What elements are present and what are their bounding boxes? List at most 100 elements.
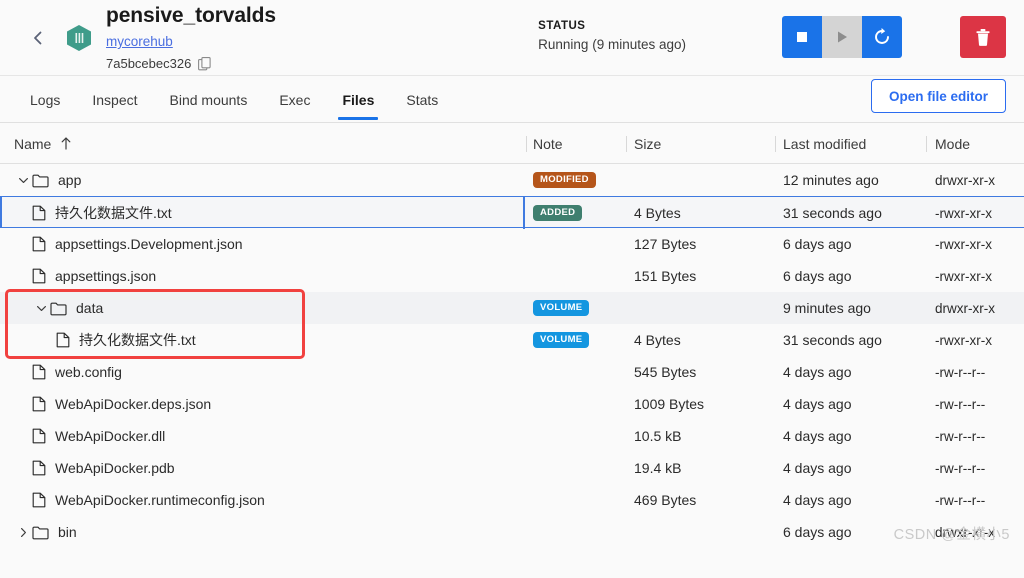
- size-cell: 19.4 kB: [634, 460, 682, 476]
- table-row[interactable]: data VOLUME 9 minutes ago drwxr-xr-x: [0, 292, 1024, 324]
- mode-cell: -rw-r--r--: [935, 492, 986, 508]
- restart-container-button[interactable]: [862, 16, 902, 58]
- size-cell: 4 Bytes: [634, 205, 681, 221]
- column-header-note[interactable]: Note: [533, 123, 563, 164]
- tab-label: Inspect: [92, 91, 138, 108]
- last-modified-cell: 6 days ago: [783, 236, 852, 252]
- file-name-label: appsettings.Development.json: [55, 236, 243, 252]
- delete-container-button[interactable]: [960, 16, 1006, 58]
- tab-exec[interactable]: Exec: [263, 76, 326, 123]
- table-row[interactable]: WebApiDocker.pdb 19.4 kB 4 days ago -rw-r--…: [0, 452, 1024, 484]
- open-file-editor-button[interactable]: Open file editor: [870, 79, 1006, 113]
- mode-cell: drwxr-xr-x: [935, 300, 995, 316]
- start-container-button[interactable]: [822, 16, 862, 58]
- column-divider: [775, 136, 776, 152]
- page-title: pensive_torvalds: [106, 4, 276, 27]
- chevron-down-icon: [36, 305, 46, 311]
- column-header-size[interactable]: Size: [634, 123, 661, 164]
- column-header-mode[interactable]: Mode: [935, 123, 970, 164]
- back-button[interactable]: [22, 22, 54, 54]
- table-row[interactable]: appsettings.json 151 Bytes 6 days ago -rwxr…: [0, 260, 1024, 292]
- file-name-cell[interactable]: WebApiDocker.dll: [32, 420, 165, 452]
- tab-label: Logs: [30, 91, 61, 108]
- file-name-cell[interactable]: web.config: [32, 356, 122, 388]
- file-name-label: data: [76, 300, 104, 316]
- mode-cell: -rwxr-xr-x: [935, 268, 992, 284]
- mode-cell: drwxr-xr-x: [935, 172, 995, 188]
- size-cell: 469 Bytes: [634, 492, 697, 508]
- folder-icon: [32, 174, 49, 187]
- tab-logs[interactable]: Logs: [14, 76, 76, 123]
- file-name-cell[interactable]: data: [32, 292, 103, 324]
- mode-cell: -rw-r--r--: [935, 428, 986, 444]
- table-row[interactable]: WebApiDocker.deps.json 1009 Bytes 4 days a…: [0, 388, 1024, 420]
- container-id: 7a5bcebec326: [106, 56, 192, 71]
- file-icon: [32, 205, 46, 221]
- last-modified-cell: 12 minutes ago: [783, 172, 879, 188]
- column-divider: [526, 136, 527, 152]
- docker-container-files-page: pensive_torvalds mycorehub 7a5bcebec326 …: [0, 0, 1024, 578]
- note-cell: VOLUME: [533, 292, 590, 324]
- file-name-cell[interactable]: app: [14, 164, 81, 196]
- tab-list: Logs Inspect Bind mounts Exec Files Stat…: [14, 76, 454, 123]
- file-name-cell[interactable]: 持久化数据文件.txt: [32, 197, 172, 229]
- column-header-name[interactable]: Name: [14, 123, 72, 164]
- column-header-last-modified[interactable]: Last modified: [783, 123, 866, 164]
- table-row[interactable]: WebApiDocker.dll 10.5 kB 4 days ago -rw-r--…: [0, 420, 1024, 452]
- sort-ascending-arrow-icon: [60, 137, 72, 150]
- tab-bind-mounts[interactable]: Bind mounts: [154, 76, 264, 123]
- tab-inspect[interactable]: Inspect: [76, 76, 153, 123]
- table-row[interactable]: appsettings.Development.json 127 Bytes 6 d…: [0, 228, 1024, 260]
- container-action-group: [782, 16, 902, 58]
- tab-label: Bind mounts: [169, 91, 248, 108]
- note-cell: ADDED: [533, 197, 583, 229]
- status-badge: ADDED: [533, 205, 583, 221]
- expand-toggle[interactable]: [32, 303, 50, 314]
- files-row-list: app MODIFIED 12 minutes ago drwxr-xr-x 持久化数据…: [0, 164, 1024, 548]
- last-modified-cell: 6 days ago: [783, 268, 852, 284]
- last-modified-cell: 4 days ago: [783, 428, 852, 444]
- mode-cell: -rwxr-xr-x: [935, 236, 992, 252]
- image-name-link[interactable]: mycorehub: [106, 32, 173, 52]
- table-row[interactable]: app MODIFIED 12 minutes ago drwxr-xr-x: [0, 164, 1024, 196]
- size-cell: 4 Bytes: [634, 332, 681, 348]
- play-icon: [838, 31, 847, 43]
- tab-stats[interactable]: Stats: [390, 76, 454, 123]
- table-row[interactable]: 持久化数据文件.txt VOLUME 4 Bytes 31 seconds ago -r…: [0, 324, 1024, 356]
- last-modified-cell: 4 days ago: [783, 492, 852, 508]
- file-name-cell[interactable]: WebApiDocker.deps.json: [32, 388, 211, 420]
- copy-icon[interactable]: [198, 56, 212, 72]
- container-id-row: 7a5bcebec326: [106, 55, 276, 73]
- table-row[interactable]: 持久化数据文件.txt ADDED 4 Bytes 31 seconds ago -rw…: [0, 195, 1024, 229]
- watermark: CSDN @金横小5: [893, 527, 1010, 543]
- files-table: Name Note Size Last modified Mode app MOD…: [0, 123, 1024, 548]
- file-name-cell[interactable]: 持久化数据文件.txt: [56, 324, 196, 356]
- stop-icon: [797, 32, 807, 42]
- file-name-cell[interactable]: WebApiDocker.pdb: [32, 452, 175, 484]
- docker-container-icon: [62, 21, 96, 55]
- file-name-cell[interactable]: WebApiDocker.runtimeconfig.json: [32, 484, 265, 516]
- tab-label: Stats: [406, 91, 439, 108]
- expand-toggle[interactable]: [14, 527, 32, 538]
- chevron-down-icon: [18, 177, 28, 183]
- restart-icon: [875, 28, 889, 44]
- file-name-cell[interactable]: bin: [14, 516, 77, 548]
- expand-toggle[interactable]: [14, 175, 32, 186]
- table-row[interactable]: web.config 545 Bytes 4 days ago -rw-r--r--: [0, 356, 1024, 388]
- mode-cell: -rwxr-xr-x: [935, 205, 992, 221]
- stop-container-button[interactable]: [782, 16, 822, 58]
- file-icon: [32, 396, 46, 412]
- mode-cell: -rw-r--r--: [935, 460, 986, 476]
- status-label: STATUS: [538, 20, 586, 32]
- last-modified-cell: 4 days ago: [783, 364, 852, 380]
- file-name-cell[interactable]: appsettings.json: [32, 260, 156, 292]
- folder-icon: [32, 525, 49, 540]
- file-icon: [32, 428, 46, 444]
- table-row[interactable]: WebApiDocker.runtimeconfig.json 469 Bytes…: [0, 484, 1024, 516]
- file-icon: [32, 492, 46, 508]
- file-icon: [32, 236, 46, 252]
- last-modified-cell: 31 seconds ago: [783, 205, 882, 221]
- file-name-cell[interactable]: appsettings.Development.json: [32, 228, 243, 260]
- tab-files[interactable]: Files: [326, 76, 390, 123]
- table-row[interactable]: bin 6 days ago drwxr-xr-x: [0, 516, 1024, 548]
